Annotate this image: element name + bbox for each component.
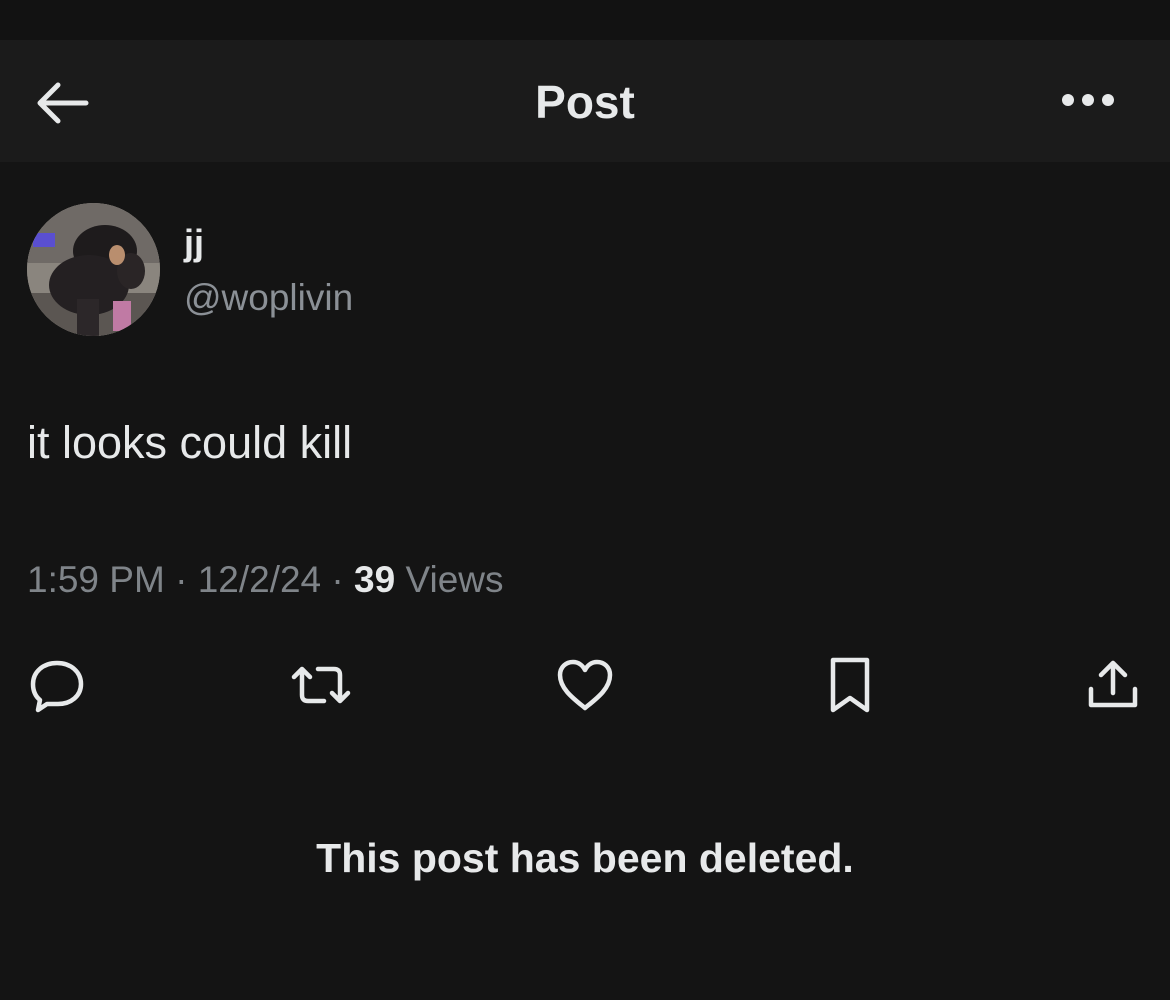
- views-count[interactable]: 39: [354, 559, 395, 600]
- share-button[interactable]: [1080, 652, 1146, 718]
- author-display-name[interactable]: jj: [184, 222, 204, 264]
- repost-icon: [288, 655, 354, 715]
- post-date: 12/2/24: [197, 559, 322, 600]
- more-horizontal-icon: [1058, 92, 1118, 108]
- views-label[interactable]: Views: [405, 559, 503, 600]
- avatar[interactable]: [27, 203, 160, 336]
- deleted-notice: This post has been deleted.: [316, 835, 854, 881]
- meta-separator: ·: [321, 559, 355, 600]
- author-handle[interactable]: @woplivin: [184, 276, 353, 320]
- reply-button[interactable]: [24, 652, 90, 718]
- post-meta: 1:59 PM · 12/2/24 · 39 Views: [27, 556, 504, 604]
- status-bar-area: [0, 0, 1170, 40]
- repost-button[interactable]: [288, 652, 354, 718]
- bookmark-button[interactable]: [817, 652, 883, 718]
- post-header: Post: [0, 40, 1170, 162]
- more-options-button[interactable]: [1048, 80, 1128, 120]
- page-title: Post: [535, 76, 635, 128]
- meta-separator: ·: [164, 559, 198, 600]
- post-text: it looks could kill: [27, 417, 353, 468]
- bookmark-icon: [825, 654, 875, 716]
- heart-icon: [554, 656, 616, 714]
- reply-icon: [27, 655, 87, 715]
- post-time: 1:59 PM: [27, 559, 165, 600]
- share-icon: [1083, 655, 1143, 715]
- like-button[interactable]: [552, 652, 618, 718]
